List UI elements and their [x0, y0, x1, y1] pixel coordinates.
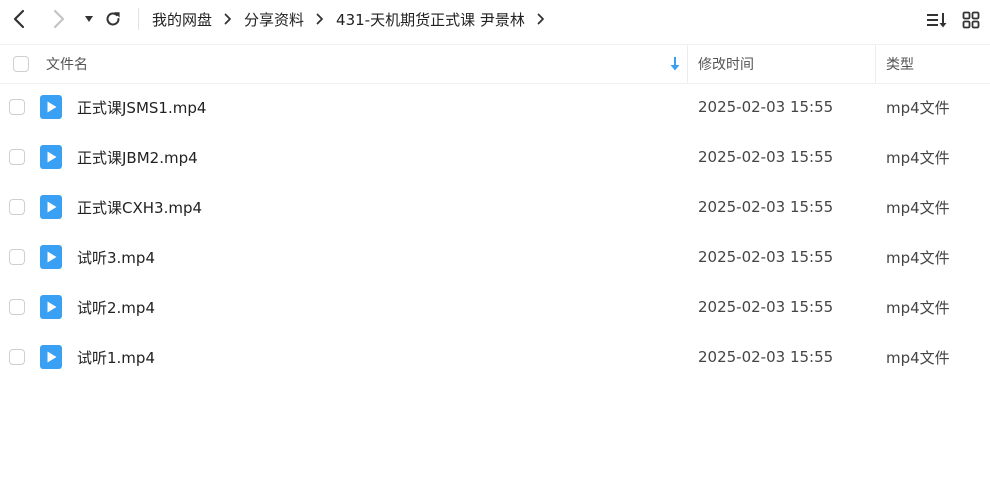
- breadcrumb: 我的网盘 分享资料 431-天机期货正式课 尹景林: [152, 0, 557, 38]
- file-name[interactable]: 试听2.mp4: [77, 282, 155, 332]
- history-dropdown-button[interactable]: [76, 6, 102, 32]
- file-modified-time: 2025-02-03 15:55: [698, 298, 834, 316]
- file-modified-time: 2025-02-03 15:55: [698, 148, 834, 166]
- column-header-time-label: 修改时间: [698, 57, 754, 73]
- column-header-type[interactable]: 类型: [886, 45, 914, 83]
- column-divider[interactable]: [875, 45, 876, 83]
- file-modified-time: 2025-02-03 15:55: [698, 198, 834, 216]
- column-header-time[interactable]: 修改时间: [698, 45, 754, 83]
- grid-view-button[interactable]: [959, 8, 983, 32]
- toolbar: 我的网盘 分享资料 431-天机期货正式课 尹景林: [0, 0, 990, 40]
- breadcrumb-item-my-drive[interactable]: 我的网盘: [152, 9, 212, 30]
- chevron-right-icon: [224, 13, 232, 25]
- chevron-left-icon: [13, 9, 25, 29]
- column-divider[interactable]: [687, 45, 688, 83]
- video-file-icon: [40, 95, 62, 119]
- file-name[interactable]: 正式课JBM2.mp4: [77, 132, 198, 182]
- file-name[interactable]: 正式课JSMS1.mp4: [77, 82, 206, 132]
- video-file-icon: [40, 145, 62, 169]
- refresh-icon: [106, 12, 120, 26]
- row-checkbox[interactable]: [9, 149, 25, 165]
- file-name[interactable]: 试听3.mp4: [77, 232, 155, 282]
- file-row[interactable]: 正式课CXH3.mp4 2025-02-03 15:55 mp4文件: [0, 182, 990, 232]
- file-type: mp4文件: [886, 148, 950, 167]
- file-name[interactable]: 试听1.mp4: [77, 332, 155, 382]
- row-checkbox[interactable]: [9, 249, 25, 265]
- video-file-icon: [40, 195, 62, 219]
- file-row[interactable]: 试听1.mp4 2025-02-03 15:55 mp4文件: [0, 332, 990, 382]
- back-button[interactable]: [6, 6, 32, 32]
- file-name[interactable]: 正式课CXH3.mp4: [77, 182, 202, 232]
- file-row[interactable]: 试听2.mp4 2025-02-03 15:55 mp4文件: [0, 282, 990, 332]
- file-type: mp4文件: [886, 298, 950, 317]
- toolbar-divider: [138, 8, 139, 30]
- forward-button[interactable]: [46, 6, 72, 32]
- file-type: mp4文件: [886, 98, 950, 117]
- breadcrumb-item-shared[interactable]: 分享资料: [244, 9, 304, 30]
- video-file-icon: [40, 345, 62, 369]
- file-modified-time: 2025-02-03 15:55: [698, 348, 834, 366]
- file-list: 正式课JSMS1.mp4 2025-02-03 15:55 mp4文件 正式课J…: [0, 82, 990, 382]
- row-checkbox[interactable]: [9, 99, 25, 115]
- chevron-right-icon[interactable]: [537, 13, 545, 25]
- chevron-right-icon: [53, 9, 65, 29]
- file-row[interactable]: 正式课JBM2.mp4 2025-02-03 15:55 mp4文件: [0, 132, 990, 182]
- breadcrumb-item-current-folder[interactable]: 431-天机期货正式课 尹景林: [336, 9, 525, 30]
- video-file-icon: [40, 245, 62, 269]
- file-modified-time: 2025-02-03 15:55: [698, 98, 834, 116]
- column-header-type-label: 类型: [886, 57, 914, 73]
- video-file-icon: [40, 295, 62, 319]
- caret-down-icon: [85, 16, 93, 22]
- select-all-checkbox[interactable]: [13, 56, 29, 72]
- file-row[interactable]: 正式课JSMS1.mp4 2025-02-03 15:55 mp4文件: [0, 82, 990, 132]
- file-row[interactable]: 试听3.mp4 2025-02-03 15:55 mp4文件: [0, 232, 990, 282]
- file-type: mp4文件: [886, 198, 950, 217]
- file-type: mp4文件: [886, 348, 950, 367]
- column-header-name-label: 文件名: [46, 57, 88, 73]
- row-checkbox[interactable]: [9, 299, 25, 315]
- row-checkbox[interactable]: [9, 349, 25, 365]
- file-type: mp4文件: [886, 248, 950, 267]
- refresh-button[interactable]: [100, 6, 126, 32]
- column-header-name[interactable]: 文件名: [46, 45, 88, 83]
- sort-list-icon: [927, 13, 947, 28]
- file-modified-time: 2025-02-03 15:55: [698, 248, 834, 266]
- file-list-header: 文件名 修改时间 类型: [0, 44, 990, 84]
- sort-button[interactable]: [925, 8, 949, 32]
- grid-view-icon: [962, 11, 980, 29]
- row-checkbox[interactable]: [9, 199, 25, 215]
- sort-descending-icon[interactable]: [668, 56, 682, 72]
- chevron-right-icon: [316, 13, 324, 25]
